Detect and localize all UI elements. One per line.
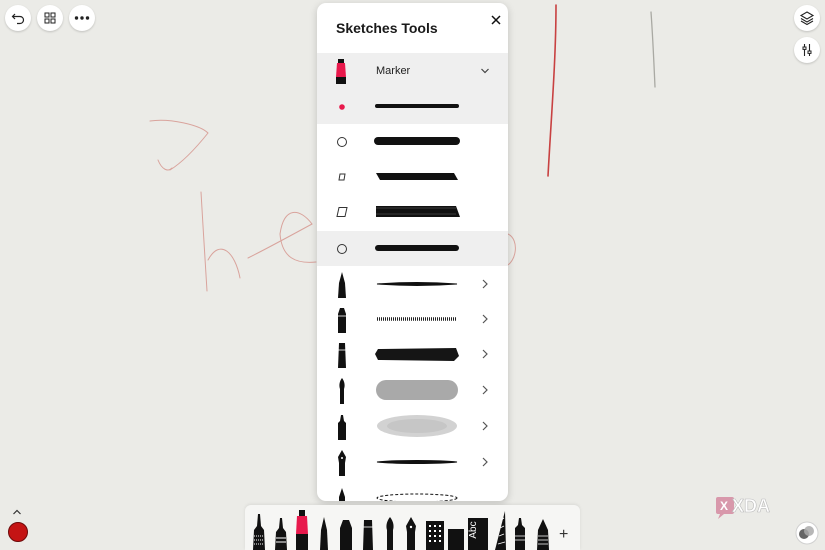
expand-colors-icon[interactable] bbox=[12, 508, 22, 516]
more-icon bbox=[74, 16, 90, 20]
more-options-button[interactable] bbox=[69, 5, 95, 31]
brush-option-chisel-small[interactable] bbox=[317, 159, 508, 194]
layers-button[interactable] bbox=[794, 5, 820, 31]
stroke-gray-line bbox=[650, 11, 656, 88]
tool-fill-icon[interactable] bbox=[447, 528, 465, 550]
circle-outline-icon bbox=[337, 136, 347, 147]
tool-charcoal-icon[interactable] bbox=[361, 518, 375, 550]
brush-type-crayon[interactable] bbox=[317, 302, 508, 337]
chisel-small-icon bbox=[338, 173, 346, 180]
close-icon bbox=[491, 15, 501, 25]
chevron-right-icon bbox=[482, 279, 488, 289]
stroke-squiggle bbox=[149, 119, 209, 171]
gallery-button[interactable] bbox=[37, 5, 63, 31]
stroke-red-line bbox=[547, 4, 557, 177]
close-panel-button[interactable] bbox=[487, 11, 505, 29]
layers-icon bbox=[799, 11, 815, 26]
airbrush-icon bbox=[338, 414, 346, 440]
stroke-preview bbox=[375, 104, 459, 108]
lasso-tool-icon bbox=[339, 487, 345, 501]
tool-crayon-icon[interactable] bbox=[337, 518, 355, 550]
tool-fineliner-icon[interactable] bbox=[273, 516, 289, 550]
filled-dot-icon bbox=[339, 103, 345, 110]
watermark-text: XDA bbox=[732, 496, 770, 516]
stroke-preview bbox=[377, 317, 457, 321]
xda-logo: X XDA bbox=[716, 496, 770, 519]
adjustments-button[interactable] bbox=[794, 37, 820, 63]
brush-option-round-fine[interactable] bbox=[317, 89, 508, 124]
color-mix-icon[interactable] bbox=[795, 521, 819, 545]
crayon-icon bbox=[338, 307, 346, 333]
stroke-preview bbox=[376, 282, 458, 286]
charcoal-icon bbox=[338, 342, 346, 368]
stroke-e bbox=[247, 211, 317, 263]
stroke-h bbox=[200, 191, 241, 292]
panel-title: Sketches Tools bbox=[336, 20, 438, 36]
brush-option-round-thick[interactable] bbox=[317, 124, 508, 159]
brush-type-ink-pen[interactable] bbox=[317, 445, 508, 480]
chisel-large-icon bbox=[336, 206, 348, 217]
tool-paint-brush-icon[interactable] bbox=[383, 516, 397, 550]
brush-toolbar: Abc + bbox=[245, 505, 580, 550]
current-color-swatch[interactable] bbox=[8, 522, 28, 542]
tool-ruler-icon[interactable] bbox=[493, 510, 507, 550]
svg-text:X: X bbox=[720, 499, 728, 513]
chevron-down-icon bbox=[481, 68, 489, 74]
stroke-preview bbox=[376, 173, 458, 180]
chevron-right-icon bbox=[482, 457, 488, 467]
stroke-preview bbox=[377, 415, 457, 437]
add-tool-button[interactable]: + bbox=[559, 526, 568, 544]
chevron-right-icon bbox=[482, 349, 488, 359]
stroke-preview bbox=[375, 245, 459, 251]
tool-airbrush-icon[interactable] bbox=[513, 516, 527, 550]
gallery-grid-icon bbox=[44, 12, 56, 24]
adjustments-icon bbox=[802, 44, 812, 56]
brush-type-watercolor[interactable] bbox=[317, 373, 508, 408]
stroke-preview bbox=[376, 460, 458, 464]
paint-brush-icon bbox=[339, 377, 345, 404]
undo-icon bbox=[11, 13, 25, 25]
marker-tool-icon bbox=[336, 59, 346, 84]
tool-pencil-icon[interactable] bbox=[317, 516, 331, 550]
tool-type-dropdown[interactable]: Marker bbox=[317, 53, 508, 89]
pencil-icon bbox=[338, 271, 346, 298]
selected-tool-label: Marker bbox=[376, 65, 411, 77]
stroke-preview bbox=[376, 206, 460, 217]
brush-type-pencil[interactable] bbox=[317, 267, 508, 302]
brush-option-round-medium[interactable] bbox=[317, 231, 508, 266]
tool-marker-icon[interactable] bbox=[293, 508, 311, 550]
stroke-preview bbox=[376, 380, 458, 400]
chevron-right-icon bbox=[482, 314, 488, 324]
brush-type-selection[interactable] bbox=[317, 481, 508, 501]
undo-button[interactable] bbox=[5, 5, 31, 31]
circle-outline-icon bbox=[337, 243, 347, 254]
chevron-right-icon bbox=[482, 421, 488, 431]
tool-tech-pen-icon[interactable] bbox=[251, 512, 267, 550]
tool-smudge-icon[interactable] bbox=[535, 518, 551, 550]
chevron-right-icon bbox=[482, 385, 488, 395]
text-tool-label: Abc bbox=[468, 521, 479, 539]
stroke-preview bbox=[375, 348, 459, 361]
brush-type-airbrush[interactable] bbox=[317, 409, 508, 444]
tool-pattern-icon[interactable] bbox=[425, 520, 445, 550]
stroke-preview bbox=[376, 493, 458, 501]
sketches-tools-panel: Sketches Tools Marker bbox=[317, 3, 508, 501]
brush-type-charcoal[interactable] bbox=[317, 337, 508, 372]
tool-text[interactable]: Abc bbox=[468, 518, 488, 550]
brush-option-chisel-large[interactable] bbox=[317, 194, 508, 229]
stroke-preview bbox=[374, 137, 460, 145]
tool-fountain-pen-icon[interactable] bbox=[403, 516, 419, 550]
fountain-pen-icon bbox=[338, 449, 346, 476]
